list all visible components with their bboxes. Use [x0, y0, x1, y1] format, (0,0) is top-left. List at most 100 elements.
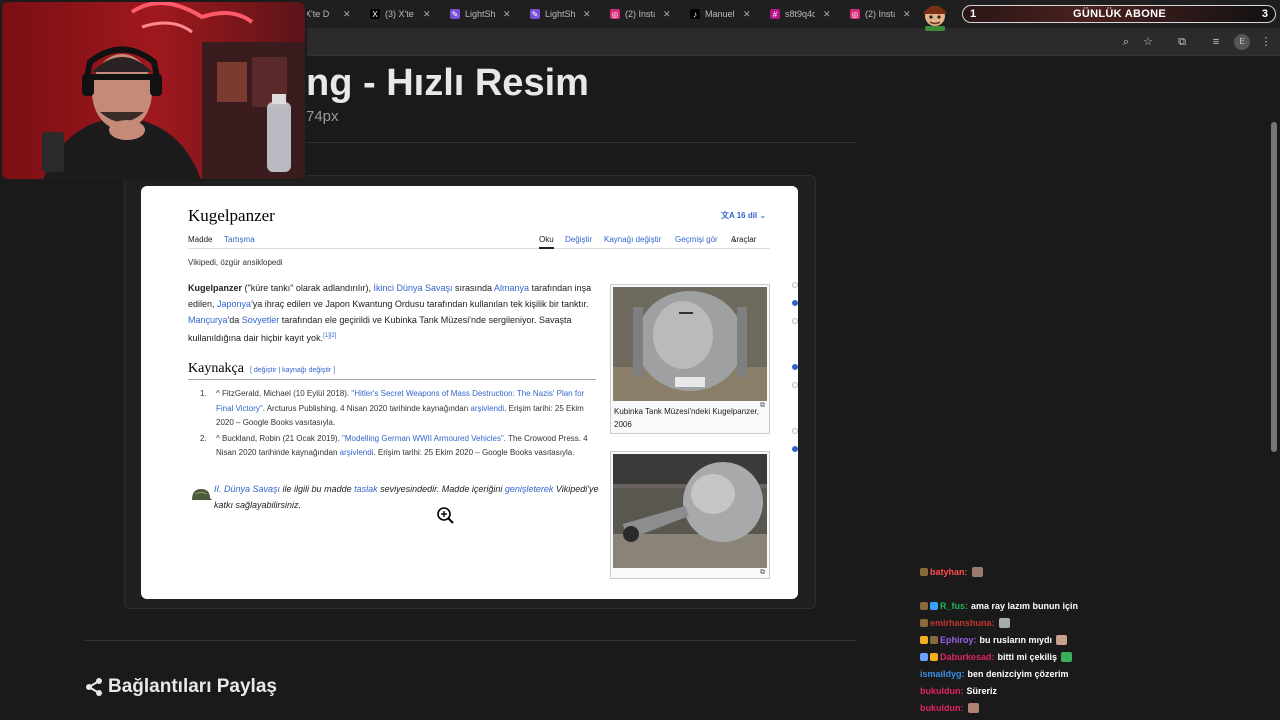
- chat-message-text: bitti mi çekiliş: [997, 652, 1058, 662]
- tab-title: X'te D: [305, 9, 330, 19]
- tab-favicon-icon: ✎: [450, 9, 460, 19]
- wiki-figure-caption: Kubinka Tank Müzesi'ndeki Kugelpanzer, 2…: [614, 407, 760, 429]
- chat-username[interactable]: Ephiroy:: [940, 635, 977, 645]
- browser-tab[interactable]: X (3) X'te D ✕: [370, 4, 431, 24]
- tab-close-icon[interactable]: ✕: [503, 9, 511, 20]
- wiki-stub-notice: II. Dünya Savaşı ile ilgili bu madde tas…: [214, 484, 599, 510]
- chat-badge-icon: [920, 568, 928, 576]
- tab-favicon-icon: X: [370, 9, 380, 19]
- chat-badge-icon: [930, 653, 938, 661]
- chat-message-text: bu rusların mıydı: [979, 635, 1053, 645]
- tab-close-icon[interactable]: ✕: [423, 9, 431, 20]
- wiki-language-count: 16 dil: [736, 211, 758, 220]
- extensions-icon[interactable]: ⧉: [1174, 34, 1190, 50]
- tab-title: (2) Instag: [865, 9, 895, 19]
- wiki-reference-item: 2. ^ Buckland, Robin (21 Ocak 2019). "Mod…: [200, 433, 588, 458]
- wiki-references-list: 1. ^ FitzGerald, Michael (10 Eylül 2018).…: [200, 387, 598, 462]
- tab-title: (2) Instag: [625, 9, 655, 19]
- bookmark-star-icon[interactable]: ☆: [1140, 34, 1156, 50]
- tab-close-icon[interactable]: ✕: [823, 9, 831, 20]
- chat-message-text: ama ray lazım bunun için: [971, 601, 1079, 611]
- tab-close-icon[interactable]: ✕: [343, 9, 351, 20]
- chat-message: emirhanshuna:: [920, 618, 1010, 628]
- profile-avatar-icon[interactable]: E: [1234, 34, 1250, 50]
- page-scrollbar[interactable]: [1270, 60, 1278, 720]
- chat-badge-icon: [920, 602, 928, 610]
- wiki-tab-gecmis: Geçmişi gör: [675, 235, 718, 244]
- chat-emote-icon: [1061, 652, 1073, 662]
- chat-emote-icon: [971, 567, 983, 577]
- translate-icon: 文A: [721, 211, 737, 220]
- chat-username[interactable]: bukuldun:: [920, 703, 964, 713]
- wiki-references-heading: Kaynakça[ değiştir | kaynağı değiştir ]: [188, 361, 596, 380]
- zoom-icon[interactable]: ⌕: [1118, 34, 1134, 50]
- browser-tab[interactable]: ♪ Manuelli ✕: [690, 4, 751, 24]
- tab-close-icon[interactable]: ✕: [663, 9, 671, 20]
- share-links-heading: Bağlantıları Paylaş: [84, 676, 277, 698]
- goal-current-count: 1: [970, 8, 977, 20]
- tab-favicon-icon: ◎: [850, 9, 860, 19]
- tab-title: Manuelli: [705, 9, 735, 19]
- chat-username[interactable]: R_fus:: [940, 601, 968, 611]
- wiki-tab-oku: Oku: [539, 235, 554, 249]
- browser-tab[interactable]: ◎ (2) Instag ✕: [610, 4, 671, 24]
- chat-username[interactable]: emirhanshuna:: [930, 618, 995, 628]
- tab-favicon-icon: #: [770, 9, 780, 19]
- chat-message: Daburkesad: bitti mi çekiliş: [920, 652, 1073, 662]
- tab-title: (3) X'te D: [385, 9, 415, 19]
- chat-message: R_fus: ama ray lazım bunun için: [920, 601, 1078, 611]
- tab-close-icon[interactable]: ✕: [583, 9, 591, 20]
- reading-list-icon[interactable]: ≡: [1208, 34, 1224, 50]
- chat-username[interactable]: batyhan:: [930, 567, 968, 577]
- tab-favicon-icon: ✎: [530, 9, 540, 19]
- chat-badge-icon: [920, 619, 928, 627]
- chat-username[interactable]: ismaildyg:: [920, 669, 965, 679]
- tab-title: LightSho: [465, 9, 495, 19]
- wiki-intro-paragraph: Kugelpanzer ("küre tankı" olarak adlandı…: [188, 283, 592, 343]
- helmet-icon: [192, 489, 212, 500]
- wiki-reference-item: 1. ^ FitzGerald, Michael (10 Eylül 2018).…: [200, 389, 585, 427]
- wiki-language-button: 文A 16 dil ⌄: [721, 211, 767, 220]
- chat-emote-icon: [998, 618, 1010, 628]
- chat-emote-icon: [967, 703, 979, 713]
- chat-badge-icon: [930, 636, 938, 644]
- tab-favicon-icon: ◎: [610, 9, 620, 19]
- scrollbar-thumb[interactable]: [1271, 122, 1277, 452]
- wiki-tab-kaynak: Kaynağı değiştir: [604, 235, 662, 244]
- chat-message: Ephiroy: bu rusların mıydı: [920, 635, 1068, 645]
- wiki-sidebar-edge: [792, 232, 798, 492]
- kugelpanzer-outdoor-photo: [613, 454, 767, 568]
- webcam-feed: [2, 2, 305, 179]
- menu-kebab-icon[interactable]: ⋮: [1258, 34, 1274, 50]
- wiki-article-title: Kugelpanzer: [188, 206, 275, 225]
- tab-favicon-icon: ♪: [690, 9, 700, 19]
- browser-tab[interactable]: ✎ LightSho ✕: [530, 4, 591, 24]
- chat-username[interactable]: bukuldun:: [920, 686, 964, 696]
- divider: [84, 640, 856, 641]
- image-size-label: 74px: [306, 108, 339, 125]
- browser-tab[interactable]: ◎ (2) Instag ✕: [850, 4, 911, 24]
- kugelpanzer-museum-photo: [613, 287, 767, 401]
- browser-tab[interactable]: # s8t9q4q ✕: [770, 4, 831, 24]
- tab-close-icon[interactable]: ✕: [903, 9, 911, 20]
- tab-close-icon[interactable]: ✕: [743, 9, 751, 20]
- wiki-tab-madde: Madde: [188, 235, 213, 244]
- chat-badge-icon: [920, 653, 928, 661]
- wiki-figure-outdoor: ⧉: [610, 451, 770, 579]
- chat-badge-icon: [920, 636, 928, 644]
- wiki-tagline: Vikipedi, özgür ansiklopedi: [188, 258, 283, 267]
- chat-badge-icon: [930, 602, 938, 610]
- chat-username[interactable]: Daburkesad:: [940, 652, 995, 662]
- chat-emote-icon: [1056, 635, 1068, 645]
- uploaded-image-wikipedia[interactable]: Kugelpanzer 文A 16 dil ⌄ Madde Tartışma O…: [141, 186, 798, 599]
- chat-message: ismaildyg: ben denizciyim çözerim: [920, 669, 1069, 679]
- page-title: ng - Hızlı Resim: [306, 62, 589, 104]
- wiki-tab-degistir: Değiştir: [565, 235, 593, 244]
- enlarge-icon: ⧉: [760, 569, 765, 576]
- wiki-tab-tartisma: Tartışma: [224, 235, 255, 244]
- goal-label: GÜNLÜK ABONE: [1073, 8, 1167, 20]
- wiki-tab-araclar: Araçlar ⌄: [731, 235, 757, 244]
- browser-tab[interactable]: ✎ LightSho ✕: [450, 4, 511, 24]
- streamer-sticker-icon: [924, 6, 946, 31]
- share-icon: [86, 678, 102, 696]
